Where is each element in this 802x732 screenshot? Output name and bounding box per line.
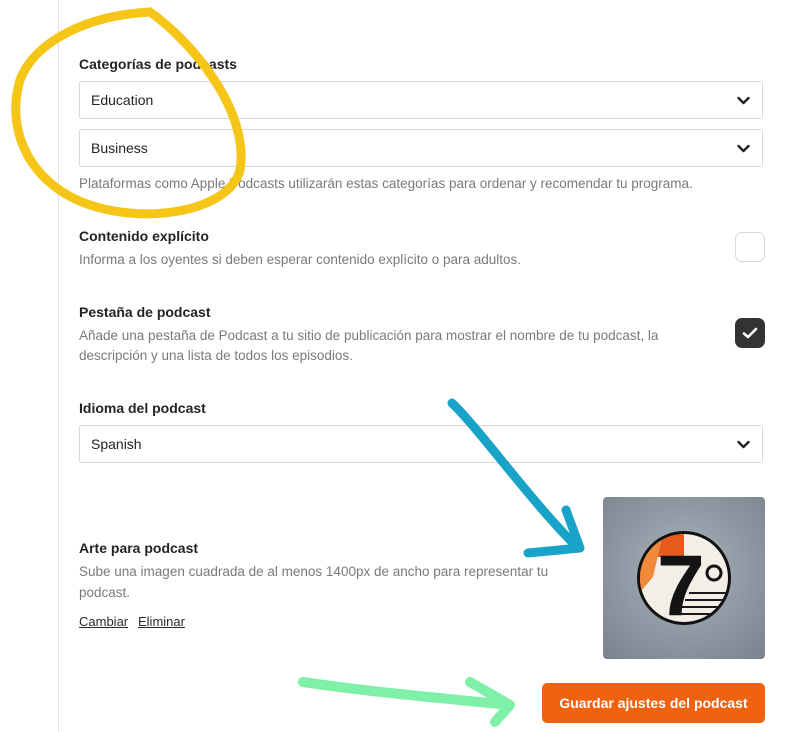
explicit-help: Informa a los oyentes si deben esperar c… [79, 252, 522, 267]
primary-category-value: Education [91, 92, 154, 108]
artwork-help-line1: Sube una imagen cuadrada de al menos 140… [79, 564, 549, 579]
podcast-tab-label: Pestaña de podcast [79, 304, 211, 320]
explicit-checkbox[interactable] [735, 232, 765, 262]
change-artwork-link[interactable]: Cambiar [79, 614, 128, 629]
artwork-help-line2: podcast. [79, 585, 131, 600]
logo-digit: 7 [657, 538, 705, 634]
podcast-tab-help-line1: Añade una pestaña de Podcast a tu sitio … [79, 328, 659, 343]
language-label: Idioma del podcast [79, 400, 206, 416]
artwork-label: Arte para podcast [79, 540, 199, 556]
chevron-down-icon [737, 440, 750, 449]
secondary-category-select[interactable]: Business [79, 129, 763, 167]
language-select[interactable]: Spanish [79, 425, 763, 463]
podcast-tab-checkbox[interactable] [735, 318, 765, 348]
language-value: Spanish [91, 436, 142, 452]
explicit-label: Contenido explícito [79, 228, 209, 244]
podcast-artwork-image: 7 [603, 497, 765, 659]
primary-category-select[interactable]: Education [79, 81, 763, 119]
secondary-category-value: Business [91, 140, 148, 156]
podcast-logo-icon: 7 [637, 531, 731, 634]
save-podcast-settings-button[interactable]: Guardar ajustes del podcast [542, 683, 765, 723]
chevron-down-icon [737, 96, 750, 105]
chevron-down-icon [737, 144, 750, 153]
podcast-tab-help-line2: descripción y una lista de todos los epi… [79, 348, 353, 363]
check-icon [742, 327, 758, 339]
categories-help: Plataformas como Apple Podcasts utilizar… [79, 176, 693, 191]
remove-artwork-link[interactable]: Eliminar [138, 614, 185, 629]
categories-label: Categorías de podcasts [79, 56, 237, 72]
